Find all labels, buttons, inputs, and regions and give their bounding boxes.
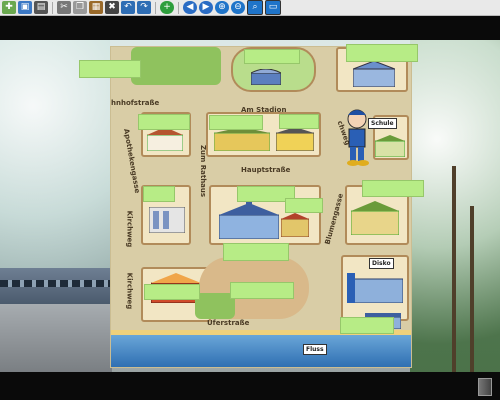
street-kirchweg-top: Kirchweg	[125, 210, 134, 248]
river	[111, 330, 411, 367]
monitor-icon[interactable]: ▭	[265, 0, 281, 15]
drop-target[interactable]	[279, 114, 319, 129]
street-kirchweg-bottom: Kirchweg	[125, 272, 134, 310]
street-uferstrasse: Uferstraße	[207, 319, 250, 327]
zoom-out-icon[interactable]: ⊖	[231, 1, 245, 14]
railway-tracks	[0, 304, 112, 372]
back-icon[interactable]: ◀	[183, 1, 197, 14]
slide-nav-button[interactable]	[478, 378, 492, 396]
building-icon	[276, 127, 314, 151]
tree-trunk	[470, 206, 474, 372]
add-icon[interactable]: +	[160, 1, 174, 14]
restaurant-icon	[281, 213, 309, 237]
undo-icon[interactable]: ↶	[121, 1, 135, 14]
drop-target[interactable]	[362, 180, 424, 197]
drop-target[interactable]	[340, 317, 394, 334]
label-schule: Schule	[368, 118, 397, 129]
bottom-bar	[0, 372, 500, 400]
toolbar-separator	[155, 1, 156, 14]
building-icon	[351, 201, 399, 235]
town-hall-icon	[219, 201, 279, 239]
toolbar: ✚ ▣ ▤ ✂ ❐ ▦ ✖ ↶ ↷ + ◀ ▶ ⊕ ⊖ ⌕ ▭	[0, 0, 500, 16]
tree-trunk	[452, 166, 456, 372]
drop-target[interactable]	[138, 114, 190, 130]
street-hauptstrasse: Hauptstraße	[241, 166, 291, 174]
drop-target[interactable]	[346, 44, 418, 62]
slide-stage: Schule Disko Fluss hnhofstraße Am Stadio…	[0, 16, 500, 372]
toolbar-separator	[178, 1, 179, 14]
train-image	[0, 268, 112, 304]
drop-target[interactable]	[144, 284, 200, 300]
building-icon	[353, 61, 395, 87]
school-icon	[375, 135, 405, 157]
drop-target[interactable]	[143, 186, 175, 202]
redo-icon[interactable]: ↷	[137, 1, 151, 14]
save-icon[interactable]: ▣	[18, 1, 32, 14]
stadium-park	[131, 47, 221, 85]
drop-target[interactable]	[79, 60, 141, 78]
drop-target[interactable]	[223, 243, 289, 261]
print-icon[interactable]: ▤	[34, 1, 48, 14]
new-icon[interactable]: ✚	[2, 1, 16, 14]
drop-target[interactable]	[244, 49, 300, 64]
copy-icon[interactable]: ❐	[73, 1, 87, 14]
street-blumengasse: Blumengasse	[323, 192, 345, 246]
toolbar-separator	[52, 1, 53, 14]
stadium-building	[251, 69, 281, 85]
cut-icon[interactable]: ✂	[57, 1, 71, 14]
park-trees	[195, 293, 235, 319]
label-disko: Disko	[369, 258, 394, 269]
drop-target[interactable]	[285, 198, 323, 213]
street-bahnhofstrasse: hnhofstraße	[111, 99, 160, 107]
label-fluss: Fluss	[303, 344, 327, 355]
street-apothekengasse: Apothekengasse	[122, 128, 142, 194]
street-am-stadion: Am Stadion	[241, 106, 287, 114]
disco-building-icon	[347, 273, 403, 303]
zoom-fit-icon[interactable]: ⌕	[247, 0, 263, 15]
zoom-in-icon[interactable]: ⊕	[215, 1, 229, 14]
street-zum-rathaus: Zum Rathaus	[199, 144, 208, 198]
forward-icon[interactable]: ▶	[199, 1, 213, 14]
delete-icon[interactable]: ✖	[105, 1, 119, 14]
drop-target[interactable]	[209, 115, 263, 130]
building-icon	[214, 127, 270, 151]
house-icon	[147, 127, 183, 151]
office-building-icon	[149, 207, 185, 233]
paste-icon[interactable]: ▦	[89, 1, 103, 14]
drop-target[interactable]	[230, 282, 294, 299]
